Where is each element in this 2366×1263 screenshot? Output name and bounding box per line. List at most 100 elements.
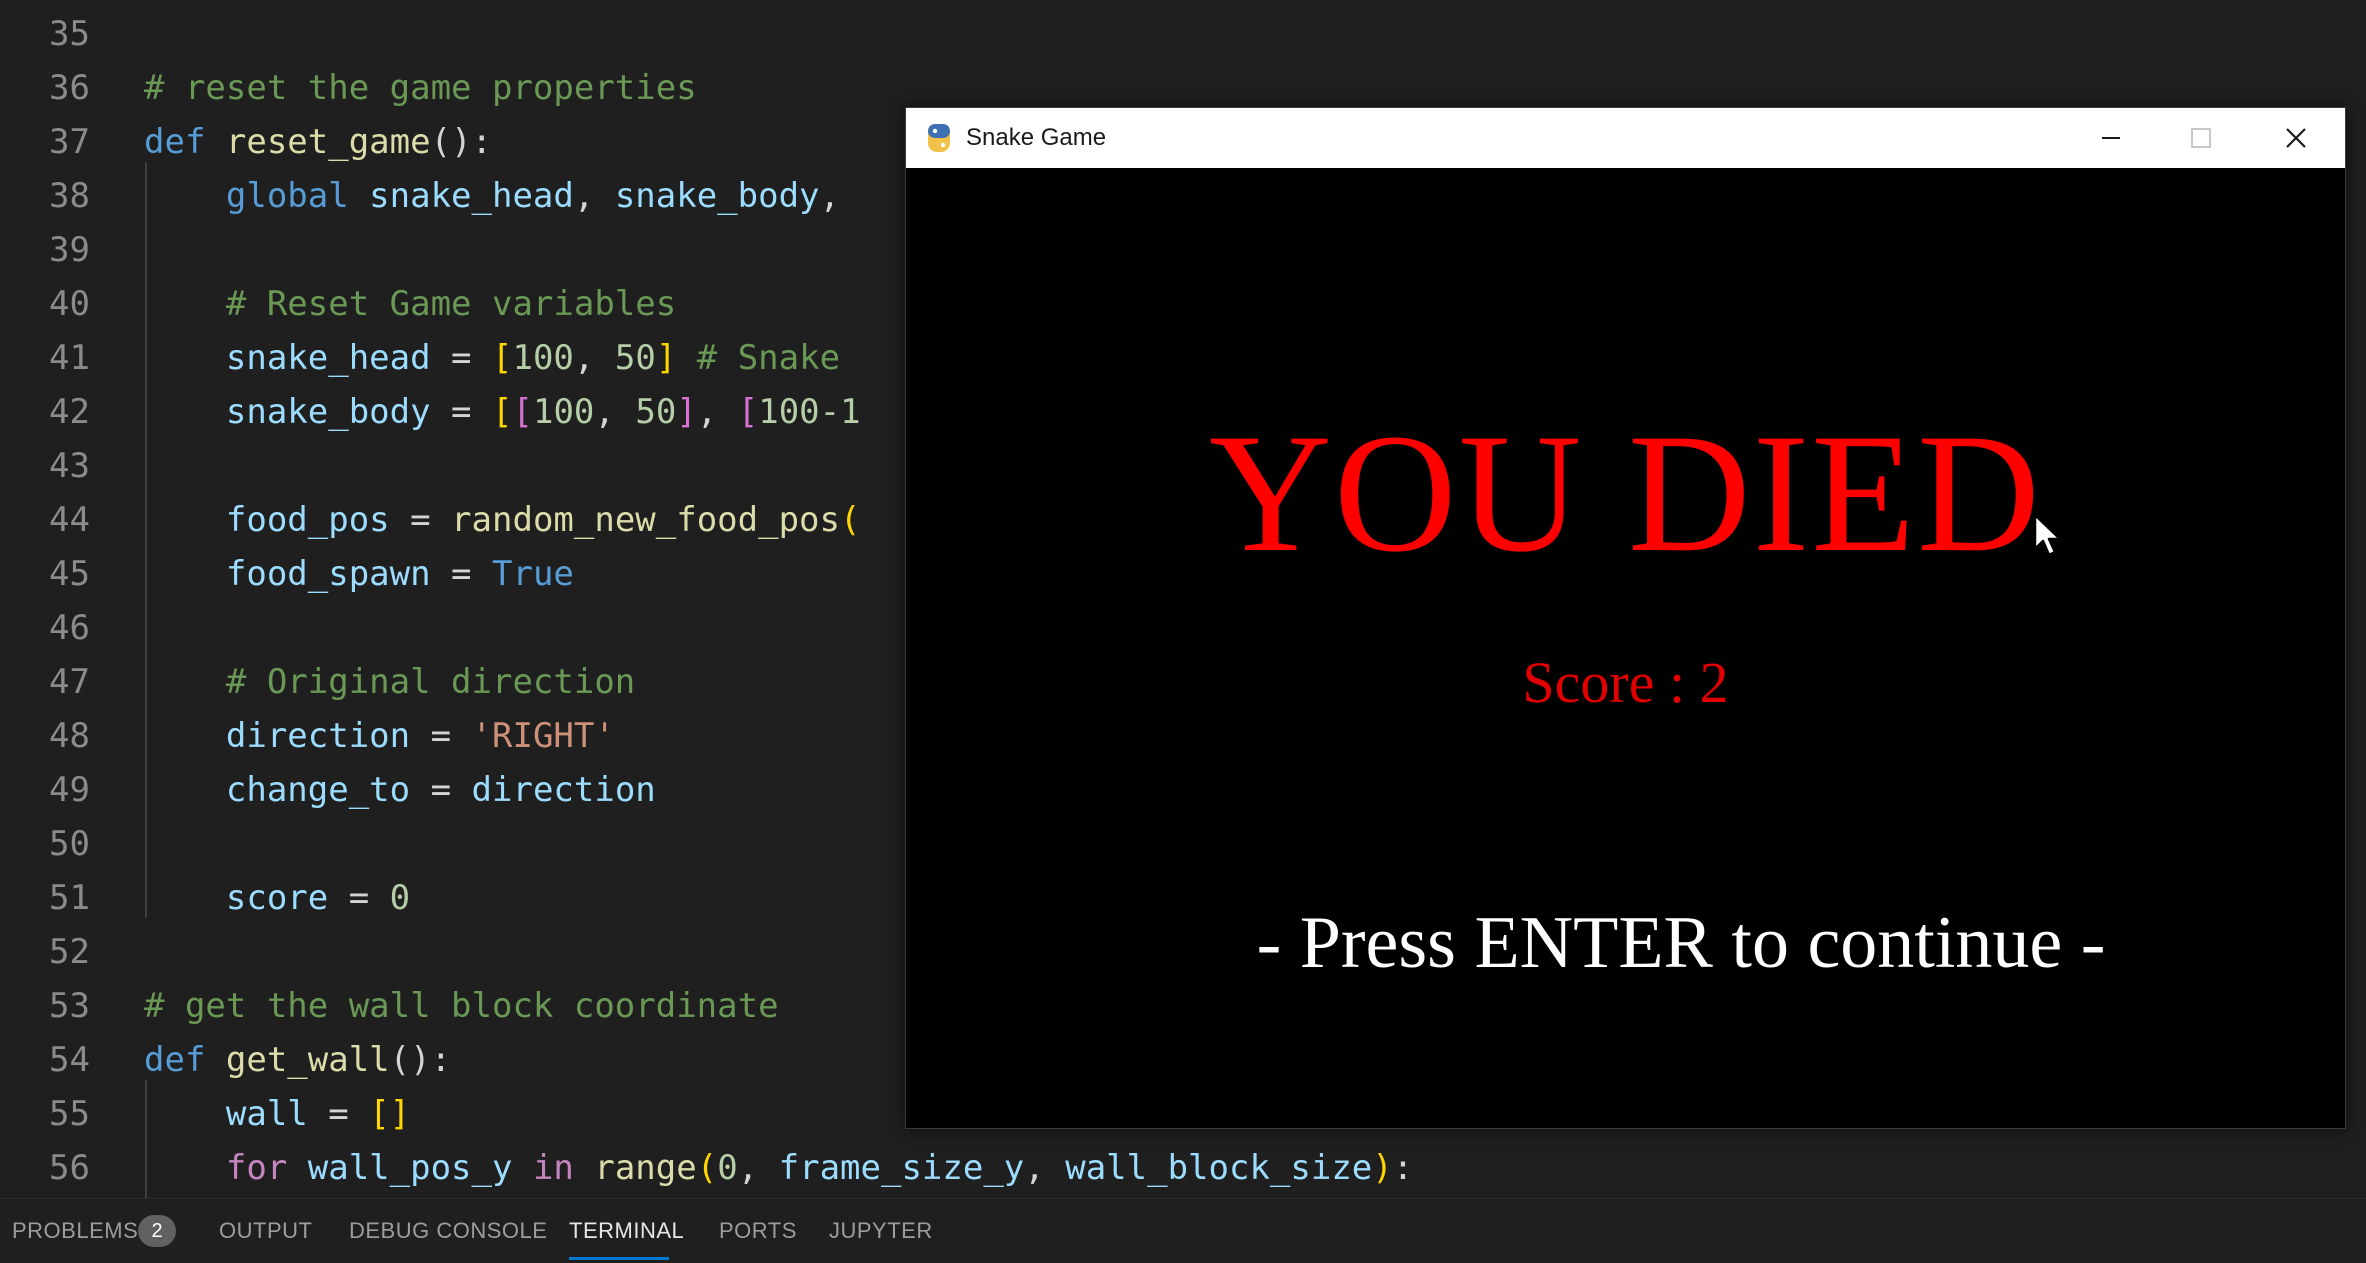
tab-jupyter[interactable]: JUPYTER <box>829 1199 933 1263</box>
close-button[interactable] <box>2251 108 2341 168</box>
close-icon <box>2286 128 2306 148</box>
code-token: = <box>410 716 472 756</box>
code-token: in <box>512 1148 595 1188</box>
code-text: score = 0 <box>144 871 410 925</box>
tab-output[interactable]: OUTPUT <box>219 1199 312 1263</box>
active-tab-indicator <box>569 1257 669 1260</box>
code-token: [] <box>369 1094 411 1134</box>
line-number: 41 <box>49 338 90 378</box>
code-token: food_pos <box>144 500 390 540</box>
code-token: (): <box>430 122 493 162</box>
code-token: = <box>389 500 452 540</box>
code-text: # Original direction <box>144 655 635 709</box>
code-token: global <box>144 176 370 216</box>
code-token: random_new_food_pos <box>451 500 840 540</box>
code-text: for wall_pos_y in range(0, frame_size_y,… <box>144 1141 1413 1195</box>
window-titlebar[interactable]: Snake Game <box>906 108 2345 168</box>
code-token: 100 <box>512 338 574 378</box>
code-token: 50 <box>614 338 656 378</box>
code-token: ( <box>840 500 861 540</box>
snake-game-window[interactable]: Snake Game YOU DIED Score : 2 - Press EN… <box>905 107 2346 1129</box>
code-token: [ <box>492 392 513 432</box>
code-text: food_pos = random_new_food_pos( <box>144 493 861 547</box>
code-text: wall = [] <box>144 1087 410 1141</box>
line-number: 48 <box>49 716 90 756</box>
line-number: 47 <box>49 662 90 702</box>
line-number: 46 <box>49 608 90 648</box>
code-token: = <box>430 392 492 432</box>
code-token: = <box>410 770 472 810</box>
code-text: def get_wall(): <box>144 1033 451 1087</box>
code-text: # Reset Game variables <box>144 277 676 331</box>
code-token: change_to <box>144 770 411 810</box>
minimize-button[interactable] <box>2066 108 2156 168</box>
code-token: 50 <box>635 392 677 432</box>
code-token: ] <box>655 338 677 378</box>
code-token: # Reset Game variables <box>144 284 677 324</box>
code-token: frame_size_y <box>778 1148 1025 1188</box>
window-title: Snake Game <box>966 124 1107 151</box>
line-number: 43 <box>49 446 90 486</box>
maximize-button[interactable] <box>2156 108 2246 168</box>
code-token: # reset the game properties <box>144 68 697 108</box>
code-token: def <box>144 1040 226 1080</box>
tab-ports[interactable]: PORTS <box>719 1199 797 1263</box>
code-text: def reset_game(): <box>144 115 492 169</box>
code-token: # Snake <box>676 338 841 378</box>
line-number: 45 <box>49 554 90 594</box>
code-token: = <box>307 1094 370 1134</box>
code-token: , <box>573 176 615 216</box>
code-token: -1 <box>819 392 861 432</box>
line-number: 39 <box>49 230 90 270</box>
line-number: 37 <box>49 122 90 162</box>
code-token: , <box>737 1148 779 1188</box>
code-token: , <box>594 392 636 432</box>
maximize-icon <box>2191 128 2211 148</box>
code-token: True <box>492 554 574 594</box>
tab-terminal[interactable]: TERMINAL <box>569 1199 684 1263</box>
line-number: 40 <box>49 284 90 324</box>
code-token: snake_body <box>614 176 820 216</box>
code-line[interactable]: 35 <box>0 7 2366 61</box>
code-token: def <box>144 122 226 162</box>
code-token: 'RIGHT' <box>471 716 615 756</box>
mouse-pointer-icon <box>2033 513 2062 557</box>
code-token: [ <box>492 338 513 378</box>
python-snake-icon <box>928 124 950 152</box>
code-text: global snake_head, snake_body, <box>144 169 840 223</box>
code-token: range <box>594 1148 697 1188</box>
code-text: # get the wall block coordinate <box>144 979 779 1033</box>
minimize-icon <box>2102 137 2120 139</box>
line-number: 36 <box>49 68 90 108</box>
code-token: ( <box>696 1148 718 1188</box>
code-token: [ <box>737 392 759 432</box>
code-token: 0 <box>717 1148 738 1188</box>
line-number: 52 <box>49 932 90 972</box>
code-token: score <box>144 878 329 918</box>
code-text: # reset the game properties <box>144 61 697 115</box>
tab-debug-console[interactable]: DEBUG CONSOLE <box>349 1199 547 1263</box>
code-token: wall_block_size <box>1065 1148 1373 1188</box>
code-token: ] <box>676 392 697 432</box>
code-token: food_spawn <box>144 554 431 594</box>
game-canvas[interactable]: YOU DIED Score : 2 - Press ENTER to cont… <box>906 168 2345 1128</box>
code-token: 100 <box>532 392 595 432</box>
code-token: # get the wall block coordinate <box>144 986 779 1026</box>
line-number: 49 <box>49 770 90 810</box>
code-token: get_wall <box>225 1040 390 1080</box>
code-token: (): <box>389 1040 452 1080</box>
code-token: , <box>1024 1148 1066 1188</box>
line-number: 44 <box>49 500 90 540</box>
code-token: direction <box>144 716 411 756</box>
line-number: 50 <box>49 824 90 864</box>
panel-tab-bar: PROBLEMS 2 OUTPUT DEBUG CONSOLE TERMINAL… <box>0 1198 2366 1263</box>
code-token: = <box>430 338 492 378</box>
code-line[interactable]: 56 for wall_pos_y in range(0, frame_size… <box>0 1141 2366 1195</box>
code-text: snake_body = [[100, 50], [100-1 <box>144 385 861 439</box>
tab-problems[interactable]: PROBLEMS <box>12 1199 138 1263</box>
code-token: [ <box>512 392 533 432</box>
code-token: : <box>1392 1148 1414 1188</box>
code-token: 0 <box>389 878 411 918</box>
code-token: snake_head <box>369 176 574 216</box>
game-over-headline: YOU DIED <box>1209 399 2042 587</box>
